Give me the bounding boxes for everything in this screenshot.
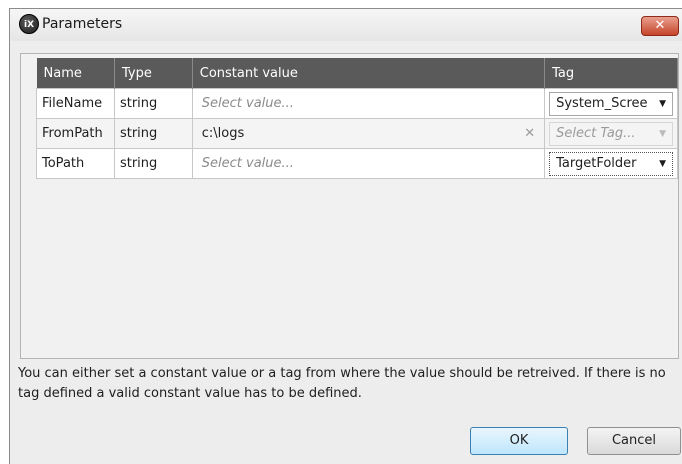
tag-placeholder: Select Tag...	[556, 125, 636, 141]
cancel-label: Cancel	[611, 433, 657, 448]
cancel-button[interactable]: Cancel	[587, 427, 681, 455]
clear-icon[interactable]: ✕	[524, 120, 535, 148]
constant-value-placeholder: Select value...	[201, 155, 294, 171]
param-type: string	[113, 88, 193, 119]
constant-value-placeholder: Select value...	[201, 95, 294, 111]
table-row[interactable]: FileName string Select value... System_S…	[36, 88, 678, 119]
tag-cell: Select Tag... ▼	[544, 118, 678, 149]
constant-value-cell: c:\logs ✕	[191, 118, 546, 149]
parameters-dialog: iX Parameters ✕ Name Type Constant value…	[9, 8, 682, 464]
constant-value-input[interactable]: c:\logs ✕	[193, 120, 544, 148]
dropdown-arrow-icon[interactable]: ▼	[659, 93, 666, 115]
constant-value-cell: Select value...	[191, 148, 546, 179]
dropdown-arrow-icon[interactable]: ▼	[659, 153, 666, 175]
parameters-table: Name Type Constant value Tag FileName st…	[36, 58, 678, 179]
ok-button[interactable]: OK	[470, 427, 568, 455]
table-row[interactable]: ToPath string Select value... TargetFold…	[36, 148, 678, 179]
close-button[interactable]: ✕	[641, 16, 679, 36]
constant-value-input[interactable]: Select value...	[193, 150, 544, 178]
header-type[interactable]: Type	[114, 58, 193, 89]
param-type: string	[113, 118, 193, 149]
app-icon: iX	[19, 14, 39, 34]
param-name: ToPath	[36, 148, 115, 179]
param-name: FromPath	[36, 118, 115, 149]
close-icon: ✕	[654, 18, 666, 33]
header-constant-value[interactable]: Constant value	[192, 58, 546, 89]
ok-label: OK	[509, 433, 529, 448]
dropdown-arrow-icon[interactable]: ▼	[659, 123, 666, 145]
tag-value: System_Scree	[556, 95, 648, 111]
tag-cell: TargetFolder ▼	[544, 148, 678, 179]
param-name: FileName	[36, 88, 115, 119]
header-name[interactable]: Name	[36, 58, 115, 89]
tag-value: TargetFolder	[556, 155, 637, 171]
tag-select[interactable]: Select Tag... ▼	[549, 121, 673, 146]
tag-select[interactable]: TargetFolder ▼	[549, 151, 673, 176]
dialog-title: Parameters	[42, 16, 123, 32]
tag-select[interactable]: System_Scree ▼	[549, 91, 673, 116]
header-tag[interactable]: Tag	[544, 58, 678, 89]
table-row[interactable]: FromPath string c:\logs ✕ Select Tag... …	[36, 118, 678, 149]
title-bar: iX Parameters ✕	[10, 9, 682, 41]
constant-value-input[interactable]: Select value...	[193, 90, 544, 118]
tag-cell: System_Scree ▼	[544, 88, 678, 119]
param-type: string	[113, 148, 193, 179]
hint-text: You can either set a constant value or a…	[18, 366, 666, 401]
constant-value-cell: Select value...	[191, 88, 546, 119]
parameters-grid: Name Type Constant value Tag FileName st…	[20, 53, 679, 359]
constant-value-text: c:\logs	[201, 125, 245, 141]
